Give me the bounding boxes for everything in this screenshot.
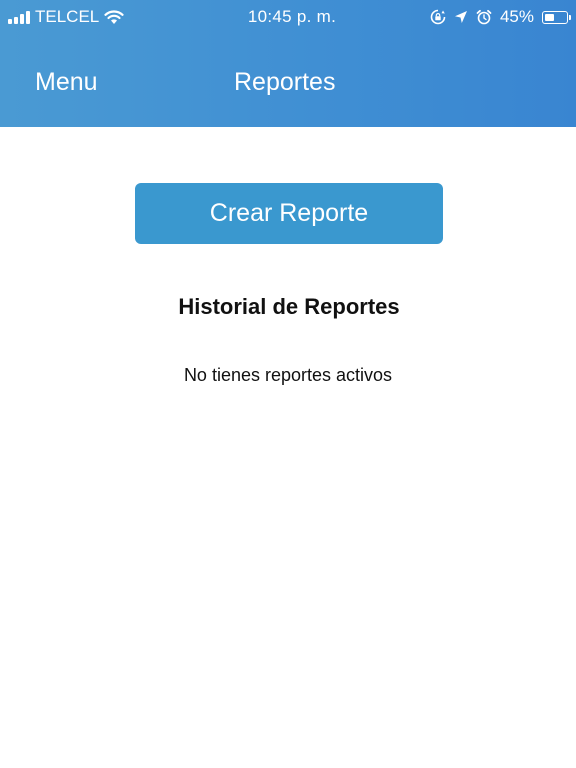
battery-level-fill <box>545 13 554 21</box>
orientation-lock-icon <box>430 9 446 25</box>
status-right: 45% <box>430 7 571 27</box>
navigation-header: TELCEL 10:45 p. m. 45% Menu Reportes <box>0 0 576 127</box>
status-bar: TELCEL 10:45 p. m. 45% <box>0 0 576 36</box>
history-heading: Historial de Reportes <box>178 294 400 319</box>
menu-button[interactable]: Menu <box>35 68 98 97</box>
empty-state-message: No tienes reportes activos <box>183 365 393 385</box>
battery-percent: 45% <box>499 7 534 26</box>
battery-icon <box>542 10 571 24</box>
battery-tip <box>569 14 571 20</box>
location-icon <box>454 11 467 23</box>
page-title: Reportes <box>234 68 336 96</box>
create-report-button[interactable]: Crear Reporte <box>135 183 443 244</box>
alarm-icon <box>476 9 492 25</box>
